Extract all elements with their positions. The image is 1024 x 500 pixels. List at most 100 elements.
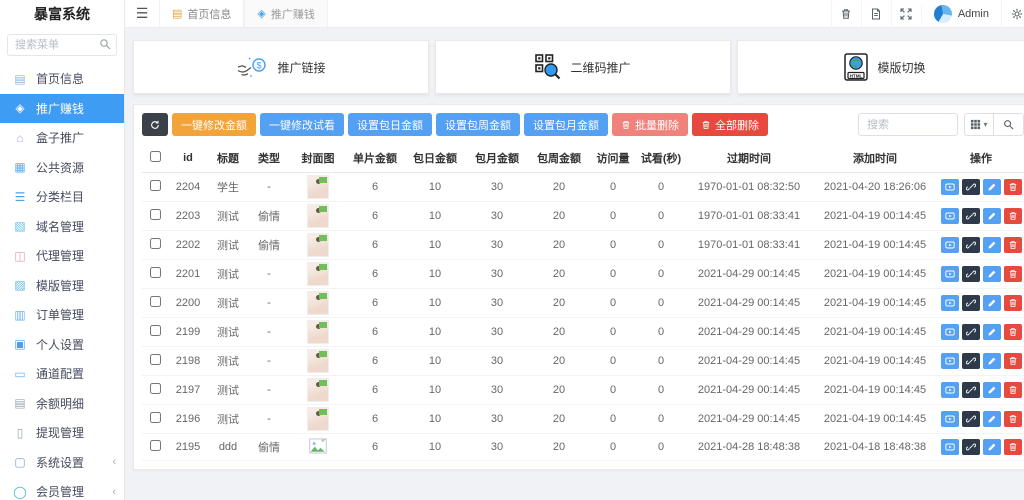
row-checkbox[interactable] <box>150 180 161 191</box>
link-button[interactable] <box>962 208 980 224</box>
row-weekly-amount: 20 <box>528 347 590 376</box>
delete-button[interactable] <box>1004 382 1022 398</box>
cover-thumbnail[interactable] <box>307 291 329 315</box>
cover-thumbnail[interactable] <box>307 407 329 431</box>
link-button[interactable] <box>962 295 980 311</box>
video-button[interactable] <box>941 295 959 311</box>
user-menu[interactable]: Admin <box>921 5 1001 23</box>
fullscreen-button[interactable] <box>891 0 921 28</box>
video-button[interactable] <box>941 324 959 340</box>
sidebar-item-box-promo[interactable]: ⌂盒子推广 <box>0 123 124 153</box>
link-button[interactable] <box>962 237 980 253</box>
sidebar-item-balance[interactable]: ▤余额明细 <box>0 389 124 419</box>
trash-icon <box>1008 269 1018 279</box>
link-button[interactable] <box>962 266 980 282</box>
select-all-checkbox[interactable] <box>150 151 161 162</box>
set-monthly-amount-button[interactable]: 设置包月金额 <box>524 113 608 136</box>
clear-trash-button[interactable] <box>831 0 861 28</box>
delete-button[interactable] <box>1004 411 1022 427</box>
cover-thumbnail[interactable] <box>307 204 329 228</box>
table-search-input[interactable] <box>858 113 958 136</box>
sidebar-item-channel[interactable]: ▭通道配置 <box>0 359 124 389</box>
cover-thumbnail[interactable] <box>307 175 329 199</box>
tab-home-info[interactable]: ▤ 首页信息 <box>159 0 244 27</box>
promo-link-card[interactable]: 推广链接 <box>133 40 429 94</box>
sidebar-item-system[interactable]: ▢系统设置‹ <box>0 448 124 478</box>
delete-button[interactable] <box>1004 179 1022 195</box>
row-checkbox[interactable] <box>150 354 161 365</box>
link-button[interactable] <box>962 179 980 195</box>
edit-button[interactable] <box>983 179 1001 195</box>
sidebar-item-member[interactable]: ◯会员管理‹ <box>0 477 124 500</box>
template-switch-card[interactable]: 模版切换 <box>737 40 1024 94</box>
video-button[interactable] <box>941 237 959 253</box>
hamburger-menu-icon[interactable]: ☰ <box>125 0 159 27</box>
clear-cache-button[interactable] <box>861 0 891 28</box>
video-button[interactable] <box>941 208 959 224</box>
link-button[interactable] <box>962 353 980 369</box>
edit-button[interactable] <box>983 266 1001 282</box>
edit-button[interactable] <box>983 411 1001 427</box>
sidebar-item-domain[interactable]: ▧域名管理 <box>0 212 124 242</box>
cover-thumbnail[interactable] <box>307 349 329 373</box>
edit-button[interactable] <box>983 237 1001 253</box>
sidebar-item-category[interactable]: ☰分类栏目 <box>0 182 124 212</box>
edit-button[interactable] <box>983 382 1001 398</box>
edit-button[interactable] <box>983 208 1001 224</box>
video-button[interactable] <box>941 382 959 398</box>
columns-toggle-button[interactable]: ▾ <box>964 113 994 136</box>
row-checkbox[interactable] <box>150 296 161 307</box>
sidebar-item-profile[interactable]: ▣个人设置 <box>0 330 124 360</box>
link-button[interactable] <box>962 324 980 340</box>
delete-button[interactable] <box>1004 353 1022 369</box>
video-button[interactable] <box>941 179 959 195</box>
row-checkbox[interactable] <box>150 238 161 249</box>
batch-delete-button[interactable]: 批量删除 <box>612 113 688 136</box>
link-button[interactable] <box>962 439 980 455</box>
cover-thumbnail[interactable] <box>307 233 329 257</box>
edit-button[interactable] <box>983 353 1001 369</box>
row-id: 2203 <box>168 202 208 231</box>
delete-button[interactable] <box>1004 208 1022 224</box>
delete-button[interactable] <box>1004 295 1022 311</box>
cover-thumbnail[interactable] <box>307 378 329 402</box>
sidebar-item-public-res[interactable]: ▦公共资源 <box>0 153 124 183</box>
edit-button[interactable] <box>983 295 1001 311</box>
set-daily-amount-button[interactable]: 设置包日金额 <box>348 113 432 136</box>
search-button[interactable] <box>994 113 1024 136</box>
row-checkbox[interactable] <box>150 440 161 451</box>
sidebar-item-promo-earn[interactable]: ◈推广赚钱 <box>0 94 124 124</box>
tab-promo-earn[interactable]: ◈ 推广赚钱 <box>244 0 327 27</box>
cover-thumbnail[interactable] <box>307 320 329 344</box>
row-checkbox[interactable] <box>150 209 161 220</box>
sidebar-item-order[interactable]: ▥订单管理 <box>0 300 124 330</box>
row-checkbox[interactable] <box>150 325 161 336</box>
video-button[interactable] <box>941 353 959 369</box>
video-button[interactable] <box>941 439 959 455</box>
delete-button[interactable] <box>1004 324 1022 340</box>
delete-button[interactable] <box>1004 439 1022 455</box>
qrcode-promo-card[interactable]: 二维码推广 <box>435 40 731 94</box>
link-button[interactable] <box>962 382 980 398</box>
link-button[interactable] <box>962 411 980 427</box>
modify-trial-button[interactable]: 一键修改试看 <box>260 113 344 136</box>
sidebar-item-home-info[interactable]: ▤首页信息 <box>0 64 124 94</box>
sidebar-item-template[interactable]: ▨模版管理 <box>0 271 124 301</box>
row-checkbox[interactable] <box>150 383 161 394</box>
edit-button[interactable] <box>983 324 1001 340</box>
sidebar-item-agent[interactable]: ◫代理管理 <box>0 241 124 271</box>
settings-button[interactable] <box>1001 0 1024 28</box>
refresh-button[interactable] <box>142 113 168 136</box>
delete-button[interactable] <box>1004 266 1022 282</box>
video-button[interactable] <box>941 266 959 282</box>
row-checkbox[interactable] <box>150 267 161 278</box>
modify-amount-button[interactable]: 一键修改金额 <box>172 113 256 136</box>
delete-all-button[interactable]: 全部删除 <box>692 113 768 136</box>
row-checkbox[interactable] <box>150 412 161 423</box>
set-weekly-amount-button[interactable]: 设置包周金额 <box>436 113 520 136</box>
cover-thumbnail[interactable] <box>307 262 329 286</box>
sidebar-item-withdraw[interactable]: ▯提现管理 <box>0 418 124 448</box>
video-button[interactable] <box>941 411 959 427</box>
delete-button[interactable] <box>1004 237 1022 253</box>
edit-button[interactable] <box>983 439 1001 455</box>
